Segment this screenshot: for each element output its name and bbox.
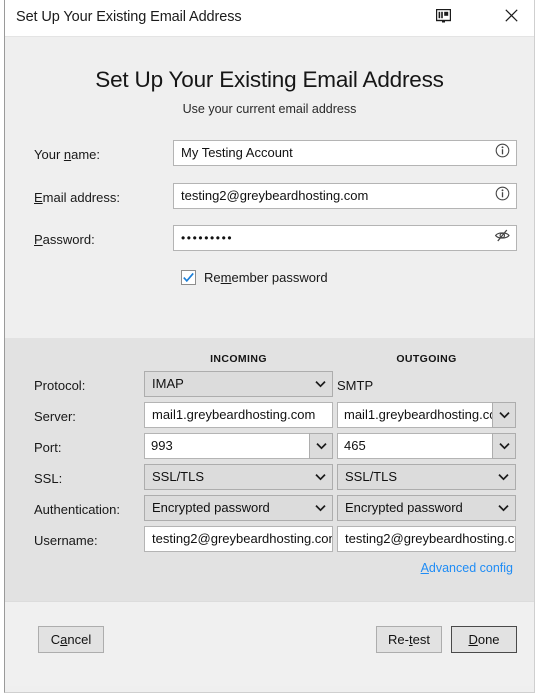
done-button[interactable]: Done <box>451 626 517 653</box>
incoming-port-input[interactable]: 993 <box>144 433 309 459</box>
chevron-down-icon <box>491 465 515 489</box>
incoming-column-header: INCOMING <box>210 353 267 365</box>
incoming-port-dropdown-button[interactable] <box>309 433 333 459</box>
advanced-config-link[interactable]: Advanced config <box>421 561 513 575</box>
account-section: Your name: My Testing Account Email addr… <box>5 116 534 338</box>
email-label: Email address: <box>34 190 120 205</box>
toggle-password-visibility-button[interactable] <box>489 226 516 250</box>
eye-slash-icon <box>494 228 511 248</box>
email-field-wrap: testing2@greybeardhosting.com <box>173 183 517 209</box>
page-subtitle: Use your current email address <box>182 102 357 116</box>
outgoing-port-dropdown-button[interactable] <box>492 433 516 459</box>
outgoing-ssl-select[interactable]: SSL/TLS <box>337 464 516 490</box>
outgoing-authentication-select[interactable]: Encrypted password <box>337 495 516 521</box>
remember-password-label[interactable]: Remember password <box>204 270 328 285</box>
email-info-button[interactable] <box>489 184 516 208</box>
incoming-protocol-value: IMAP <box>152 376 184 391</box>
incoming-server-input[interactable]: mail1.greybeardhosting.com <box>144 402 333 428</box>
outgoing-authentication-value: Encrypted password <box>345 500 463 515</box>
outgoing-username-input[interactable]: testing2@greybeardhosting.com <box>337 526 516 552</box>
dialog-footer: Ca ncel Re-t est Done <box>5 601 534 686</box>
checkmark-icon <box>183 272 194 283</box>
chevron-down-icon <box>491 496 515 520</box>
outgoing-server-combobox[interactable]: mail1.greybeardhosting.com <box>337 402 516 428</box>
incoming-username-input[interactable]: testing2@greybeardhosting.com <box>144 526 333 552</box>
remember-password-checkbox[interactable] <box>181 270 196 285</box>
name-input[interactable]: My Testing Account <box>173 140 517 166</box>
cancel-button[interactable]: Ca ncel <box>38 626 104 653</box>
incoming-port-combobox[interactable]: 993 <box>144 433 333 459</box>
name-info-button[interactable] <box>489 141 516 165</box>
close-icon <box>505 9 518 27</box>
incoming-authentication-value: Encrypted password <box>152 500 270 515</box>
port-label: Port: <box>34 440 62 455</box>
outgoing-port-input[interactable]: 465 <box>337 433 492 459</box>
page-title: Set Up Your Existing Email Address <box>95 67 444 92</box>
ssl-label: SSL: <box>34 471 63 486</box>
outgoing-server-dropdown-button[interactable] <box>492 402 516 428</box>
chevron-down-icon <box>308 496 332 520</box>
password-field-wrap: ••••••••• <box>173 225 517 251</box>
server-label: Server: <box>34 409 76 424</box>
server-settings-section: INCOMING OUTGOING Protocol: IMAP SMTP Se… <box>5 338 534 601</box>
outgoing-column-header: OUTGOING <box>396 353 457 365</box>
incoming-ssl-select[interactable]: SSL/TLS <box>144 464 333 490</box>
incoming-authentication-select[interactable]: Encrypted password <box>144 495 333 521</box>
dialog-window: Set Up Your Existing Email Address Set U… <box>4 0 535 693</box>
page-header: Set Up Your Existing Email Address Use y… <box>5 37 534 116</box>
incoming-protocol-select[interactable]: IMAP <box>144 371 333 397</box>
close-button[interactable] <box>489 0 534 36</box>
outgoing-protocol-value: SMTP <box>337 378 374 393</box>
protocol-label: Protocol: <box>34 378 86 393</box>
info-icon <box>495 143 510 163</box>
chevron-down-icon <box>308 372 332 396</box>
retest-button[interactable]: Re-t est <box>376 626 442 653</box>
info-icon <box>495 186 510 206</box>
chevron-down-icon <box>308 465 332 489</box>
outgoing-ssl-value: SSL/TLS <box>345 469 398 484</box>
title-bar: Set Up Your Existing Email Address <box>5 0 534 37</box>
dock-panel-button[interactable] <box>421 0 466 36</box>
dock-panel-icon <box>435 8 452 28</box>
chevron-down-icon <box>315 437 327 455</box>
username-label: Username: <box>34 533 98 548</box>
incoming-ssl-value: SSL/TLS <box>152 469 205 484</box>
outgoing-server-input[interactable]: mail1.greybeardhosting.com <box>337 402 492 428</box>
chevron-down-icon <box>498 437 510 455</box>
email-input[interactable]: testing2@greybeardhosting.com <box>173 183 517 209</box>
password-label: Password: <box>34 232 95 247</box>
name-field-wrap: My Testing Account <box>173 140 517 166</box>
authentication-label: Authentication: <box>34 502 121 517</box>
chevron-down-icon <box>498 406 510 424</box>
password-input[interactable]: ••••••••• <box>173 225 517 251</box>
name-label: Your name: <box>34 147 101 162</box>
outgoing-port-combobox[interactable]: 465 <box>337 433 516 459</box>
window-title: Set Up Your Existing Email Address <box>16 9 242 25</box>
